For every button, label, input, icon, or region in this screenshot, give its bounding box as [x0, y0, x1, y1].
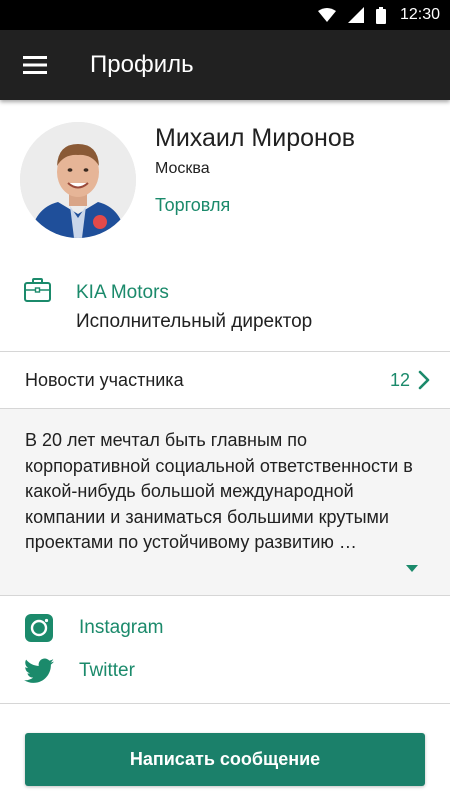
member-news-row[interactable]: Новости участника 12 [0, 352, 450, 408]
twitter-icon [24, 656, 54, 686]
bio-text: В 20 лет мечтал быть главным по корпорат… [25, 430, 413, 552]
social-link-instagram[interactable]: Instagram [0, 606, 450, 650]
status-bar: 12:30 [0, 0, 450, 30]
company-link[interactable]: KIA Motors [76, 282, 169, 304]
divider [0, 595, 450, 596]
profile-header: Михаил Миронов Москва Торговля KIA Motor… [0, 100, 450, 350]
twitter-label: Twitter [79, 660, 135, 681]
wifi-icon [317, 8, 336, 22]
member-news-label: Новости участника [25, 369, 184, 390]
signal-icon [347, 7, 364, 23]
bio-section: В 20 лет мечтал быть главным по корпорат… [0, 409, 450, 595]
avatar [20, 122, 136, 238]
profile-industry-link[interactable]: Торговля [155, 195, 230, 216]
write-message-button[interactable]: Написать сообщение [25, 733, 425, 786]
divider [0, 703, 450, 704]
chevron-right-icon [418, 370, 430, 390]
hamburger-menu-icon[interactable] [0, 30, 70, 100]
status-time: 12:30 [399, 6, 440, 23]
job-position: Исполнительный директор [76, 311, 313, 332]
battery-icon [375, 6, 386, 24]
expand-arrow-icon[interactable] [405, 560, 419, 578]
briefcase-icon [24, 278, 51, 307]
profile-city: Москва [155, 160, 210, 177]
social-link-twitter[interactable]: Twitter [0, 649, 450, 693]
profile-name: Михаил Миронов [155, 124, 355, 152]
member-news-count: 12 [389, 369, 410, 390]
instagram-icon [24, 613, 54, 643]
app-bar: Профиль [0, 30, 450, 100]
page-title: Профиль [90, 51, 194, 78]
instagram-label: Instagram [79, 617, 164, 638]
